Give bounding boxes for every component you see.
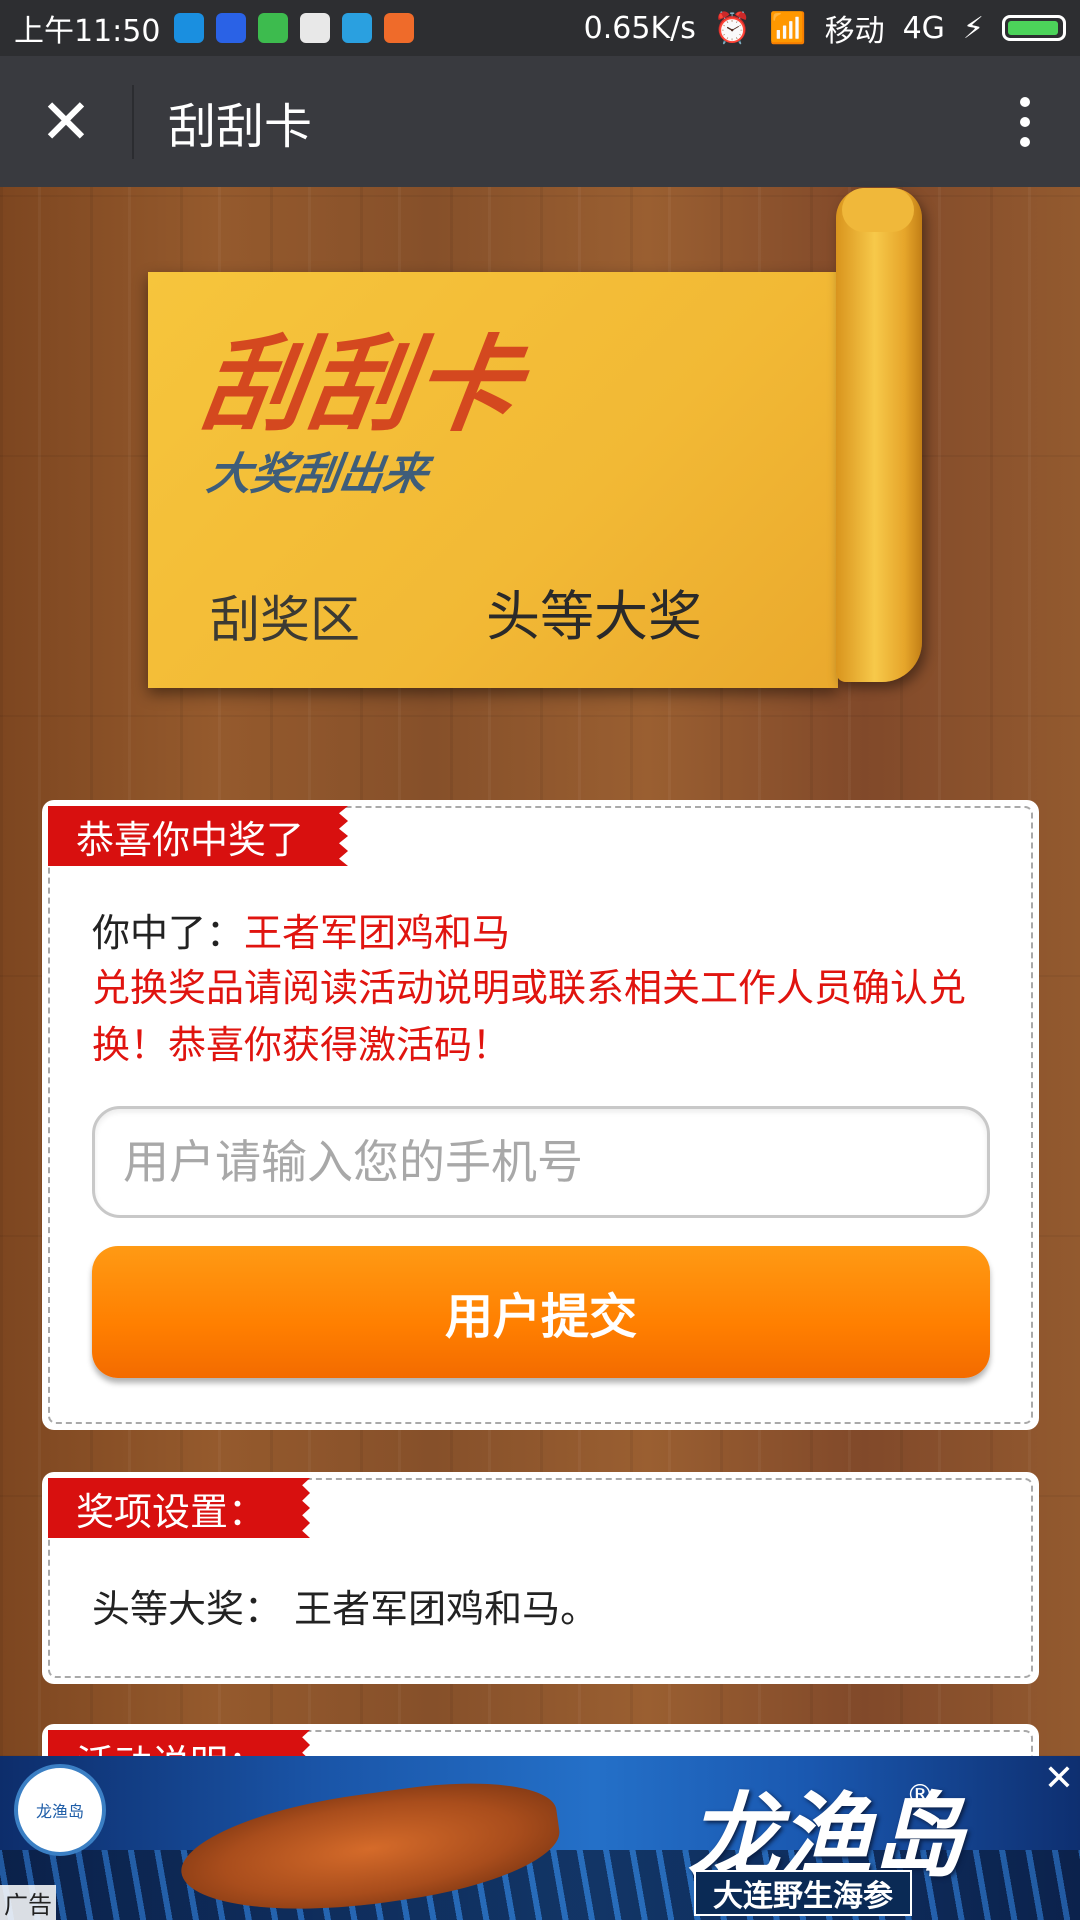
carrier: 移动 (824, 14, 885, 49)
ad-banner[interactable]: 龙渔岛 龙渔岛 ® 大连野生海参 ✕ 广告 (0, 1756, 1080, 1920)
network-speed: 0.65K/s (583, 10, 696, 46)
registered-icon: ® (906, 1778, 934, 1811)
ad-badge-logo: 龙渔岛 (14, 1764, 106, 1856)
scratch-area[interactable]: 头等大奖 (486, 572, 702, 651)
winner-panel: 恭喜你中奖了 你中了：王者军团鸡和马 兑换奖品请阅读活动说明或联系相关工作人员确… (42, 800, 1039, 1430)
app-notification-icon (174, 13, 205, 43)
scroll-roll (836, 188, 922, 682)
submit-button[interactable]: 用户提交 (92, 1246, 990, 1378)
status-bar: 上午11:50 0.65K/s ⏰ 📶 移动 4G ⚡ (0, 0, 1080, 56)
battery-icon (1002, 15, 1066, 41)
logo-subtitle: 大奖刮出来 (203, 449, 431, 500)
status-time: 上午11:50 (14, 14, 161, 49)
baidu-icon (216, 13, 247, 43)
awards-panel: 奖项设置： 头等大奖： 王者军团鸡和马。 (42, 1472, 1039, 1684)
phone-input[interactable] (92, 1106, 990, 1218)
page-title: 刮刮卡 (168, 98, 313, 155)
title-bar: ✕ 刮刮卡 (0, 56, 1080, 187)
ad-label: 广告 (0, 1885, 56, 1920)
play-store-icon (300, 13, 331, 43)
ad-close-icon[interactable]: ✕ (1044, 1758, 1074, 1799)
alarm-icon: ⏰ (713, 10, 752, 46)
awards-ribbon: 奖项设置： (48, 1478, 311, 1538)
notification-icons (174, 13, 415, 43)
win-result: 你中了：王者军团鸡和马 (92, 902, 510, 957)
scroll-roll-top (842, 188, 914, 232)
app-notification-icon (342, 13, 373, 43)
charging-icon: ⚡ (962, 10, 984, 46)
app-notification-icon (258, 13, 289, 43)
uc-browser-icon (384, 13, 415, 43)
status-right: 0.65K/s ⏰ 📶 移动 4G ⚡ (584, 6, 1066, 50)
win-prize: 王者军团鸡和马 (244, 911, 511, 955)
win-prefix: 你中了： (92, 911, 245, 955)
close-icon: ✕ (40, 85, 92, 158)
scratch-area-label: 刮奖区 (210, 591, 360, 649)
award-first-prize: 头等大奖： 王者军团鸡和马。 (92, 1587, 599, 1631)
logo-title: 刮刮卡 (194, 324, 530, 446)
ad-slogan: 大连野生海参 (694, 1870, 912, 1916)
redeem-notice: 兑换奖品请阅读活动说明或联系相关工作人员确认兑换！恭喜你获得激活码！ (92, 966, 967, 1067)
winner-ribbon: 恭喜你中奖了 (48, 806, 349, 866)
wifi-icon: 📶 (769, 10, 807, 46)
close-button[interactable]: ✕ (0, 56, 132, 187)
title-divider (132, 84, 134, 159)
more-vertical-icon[interactable] (970, 56, 1080, 187)
network-type: 4G (902, 10, 945, 46)
